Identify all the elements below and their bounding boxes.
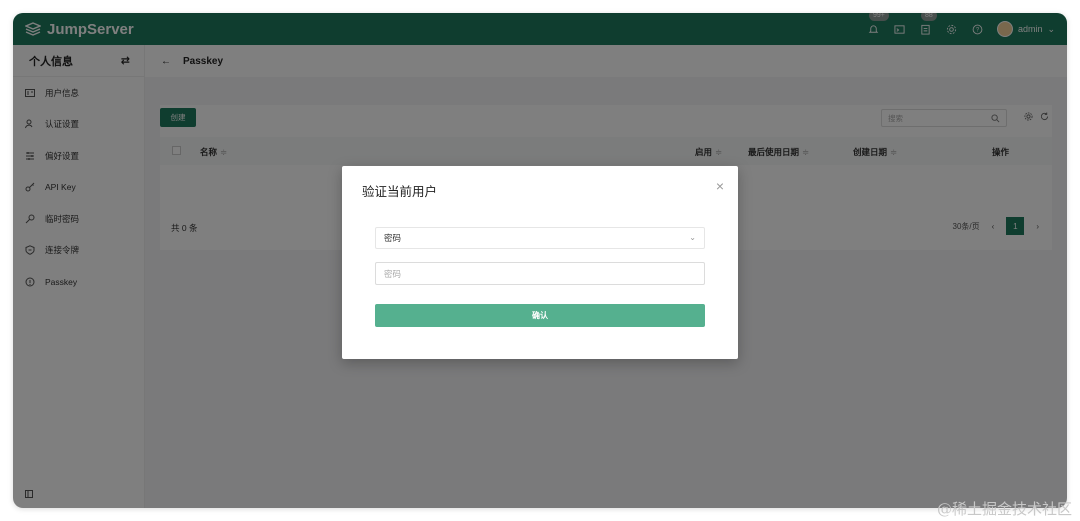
close-icon[interactable]: × (716, 178, 724, 194)
confirm-button[interactable]: 确认 (375, 304, 705, 327)
dialog-title: 验证当前用户 (362, 185, 438, 199)
verify-user-dialog: 验证当前用户 × 密码 ⌄ 确认 (342, 166, 738, 359)
watermark: @稀土掘金技术社区 (936, 500, 1072, 518)
verify-method-select[interactable]: 密码 ⌄ (375, 227, 705, 249)
selected-method: 密码 (384, 233, 402, 243)
chevron-down-icon: ⌄ (689, 233, 696, 242)
password-field[interactable] (375, 262, 705, 285)
